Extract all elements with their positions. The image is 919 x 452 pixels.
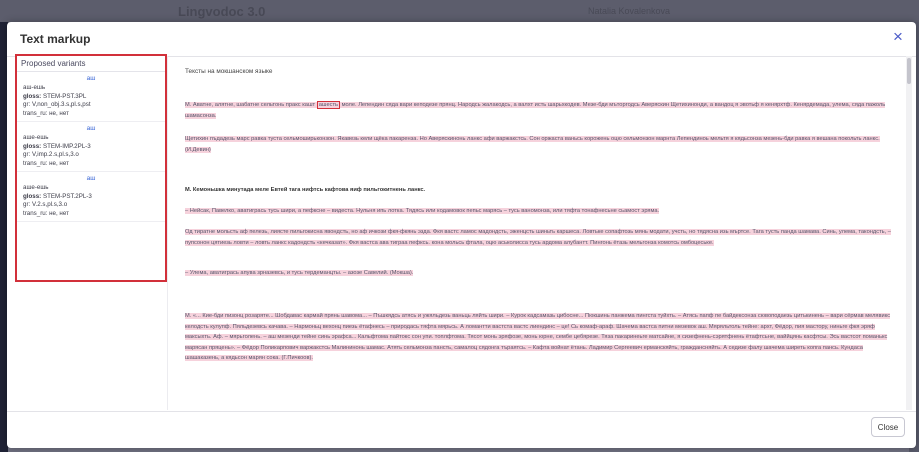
text-paragraph: Щетихин пъдадезь марс равка тустa сельмо… — [185, 134, 895, 155]
text-paragraph: М. Аватне, алятне, шабатне сельтонь прак… — [185, 100, 895, 121]
variant-gloss: gloss: STEM-IMP.2PL-3 — [23, 142, 91, 150]
modal-header: Text markup × — [7, 22, 916, 57]
marked-text[interactable]: Щетихин пъдадезь марс равка тустa сельмо… — [185, 136, 880, 153]
close-icon[interactable]: × — [888, 27, 908, 47]
marked-text[interactable]: – Нейсак, Павелко, аватигрась тусь шири,… — [185, 208, 660, 214]
variant-gloss: gloss: STEM-PST.3PL — [23, 92, 87, 100]
text-markup-modal: Text markup × Proposed variants аш аш-еш… — [7, 22, 916, 448]
variant-translation: trans_ru: не, нет — [23, 210, 69, 218]
variant-form: аш-ешь — [23, 83, 46, 91]
variant-head: аш — [86, 124, 96, 132]
variants-title: Proposed variants — [17, 56, 165, 72]
variant-gr: gr: V.2.s,pl.s,3.o — [23, 201, 68, 209]
modal-title: Text markup — [20, 32, 91, 46]
variant-translation: trans_ru: не, нет — [23, 160, 69, 168]
variant-head: аш — [86, 75, 96, 82]
variant-item[interactable]: аш аш-ешь gloss: STEM-PST.3PL gr: V,non_… — [17, 72, 165, 122]
variant-translation: trans_ru: не, нет — [23, 110, 69, 118]
text-paragraph: М. Кемоньшка минутада меле Евтей тага ни… — [185, 185, 895, 196]
marked-text[interactable]: Од тиратне мольсть аф пелезь, лиясте пил… — [185, 229, 891, 246]
scrollbar-thumb[interactable] — [907, 58, 911, 84]
close-button[interactable]: Close — [871, 417, 905, 437]
proposed-variants-panel: Proposed variants аш аш-ешь gloss: STEM-… — [15, 54, 167, 282]
content-scrollbar[interactable] — [906, 56, 912, 410]
variant-gloss: gloss: STEM-PST.2PL-3 — [23, 192, 92, 200]
text-paragraph: – Нейсак, Павелко, аватигрась тусь шири,… — [185, 206, 895, 217]
variant-form: аше-ешь — [23, 133, 49, 141]
marked-text[interactable]: – Улема, аватигрась апува зрназевсь, и т… — [185, 270, 414, 276]
marked-text[interactable]: М. Аватне, алятне, шабатне сельтонь прак… — [185, 102, 317, 108]
variant-form: аше-ешь — [23, 183, 49, 191]
text-paragraph: М. «... Кие-бди пизонц розаряте... Шобда… — [185, 311, 895, 364]
marked-text[interactable]: М. «... Кие-бди пизонц розаряте... Шобда… — [185, 313, 891, 362]
variant-item[interactable]: аш аше-ешь gloss: STEM-PST.2PL-3 gr: V.2… — [17, 172, 165, 222]
variant-gr: gr: V,non_obj.3.s,pl.s,pst — [23, 101, 91, 109]
selected-word[interactable]: ашесть — [316, 101, 341, 109]
variant-gr: gr: V,imp.2.s,pl.s,3.o — [23, 151, 79, 159]
text-paragraph: – Улема, аватигрась апува зрназевсь, и т… — [185, 268, 895, 279]
text-content-area: Тексты на мокшанском языке М. Аватне, ал… — [167, 56, 903, 410]
user-name: Natalia Kovalenkova — [588, 6, 671, 16]
app-header: Lingvodoc 3.0 Natalia Kovalenkova — [0, 0, 919, 22]
paragraph-heading: М. Кемоньшка минутада меле Евтей тага ни… — [185, 187, 426, 193]
text-paragraph: Од тиратне мольсть аф пелезь, лиясте пил… — [185, 227, 895, 248]
modal-footer — [7, 411, 916, 449]
variant-head: аш — [86, 174, 96, 182]
variant-item[interactable]: аш аше-ешь gloss: STEM-IMP.2PL-3 gr: V,i… — [17, 122, 165, 172]
section-title: Тексты на мокшанском языке — [185, 68, 273, 75]
app-title: Lingvodoc 3.0 — [178, 4, 266, 19]
